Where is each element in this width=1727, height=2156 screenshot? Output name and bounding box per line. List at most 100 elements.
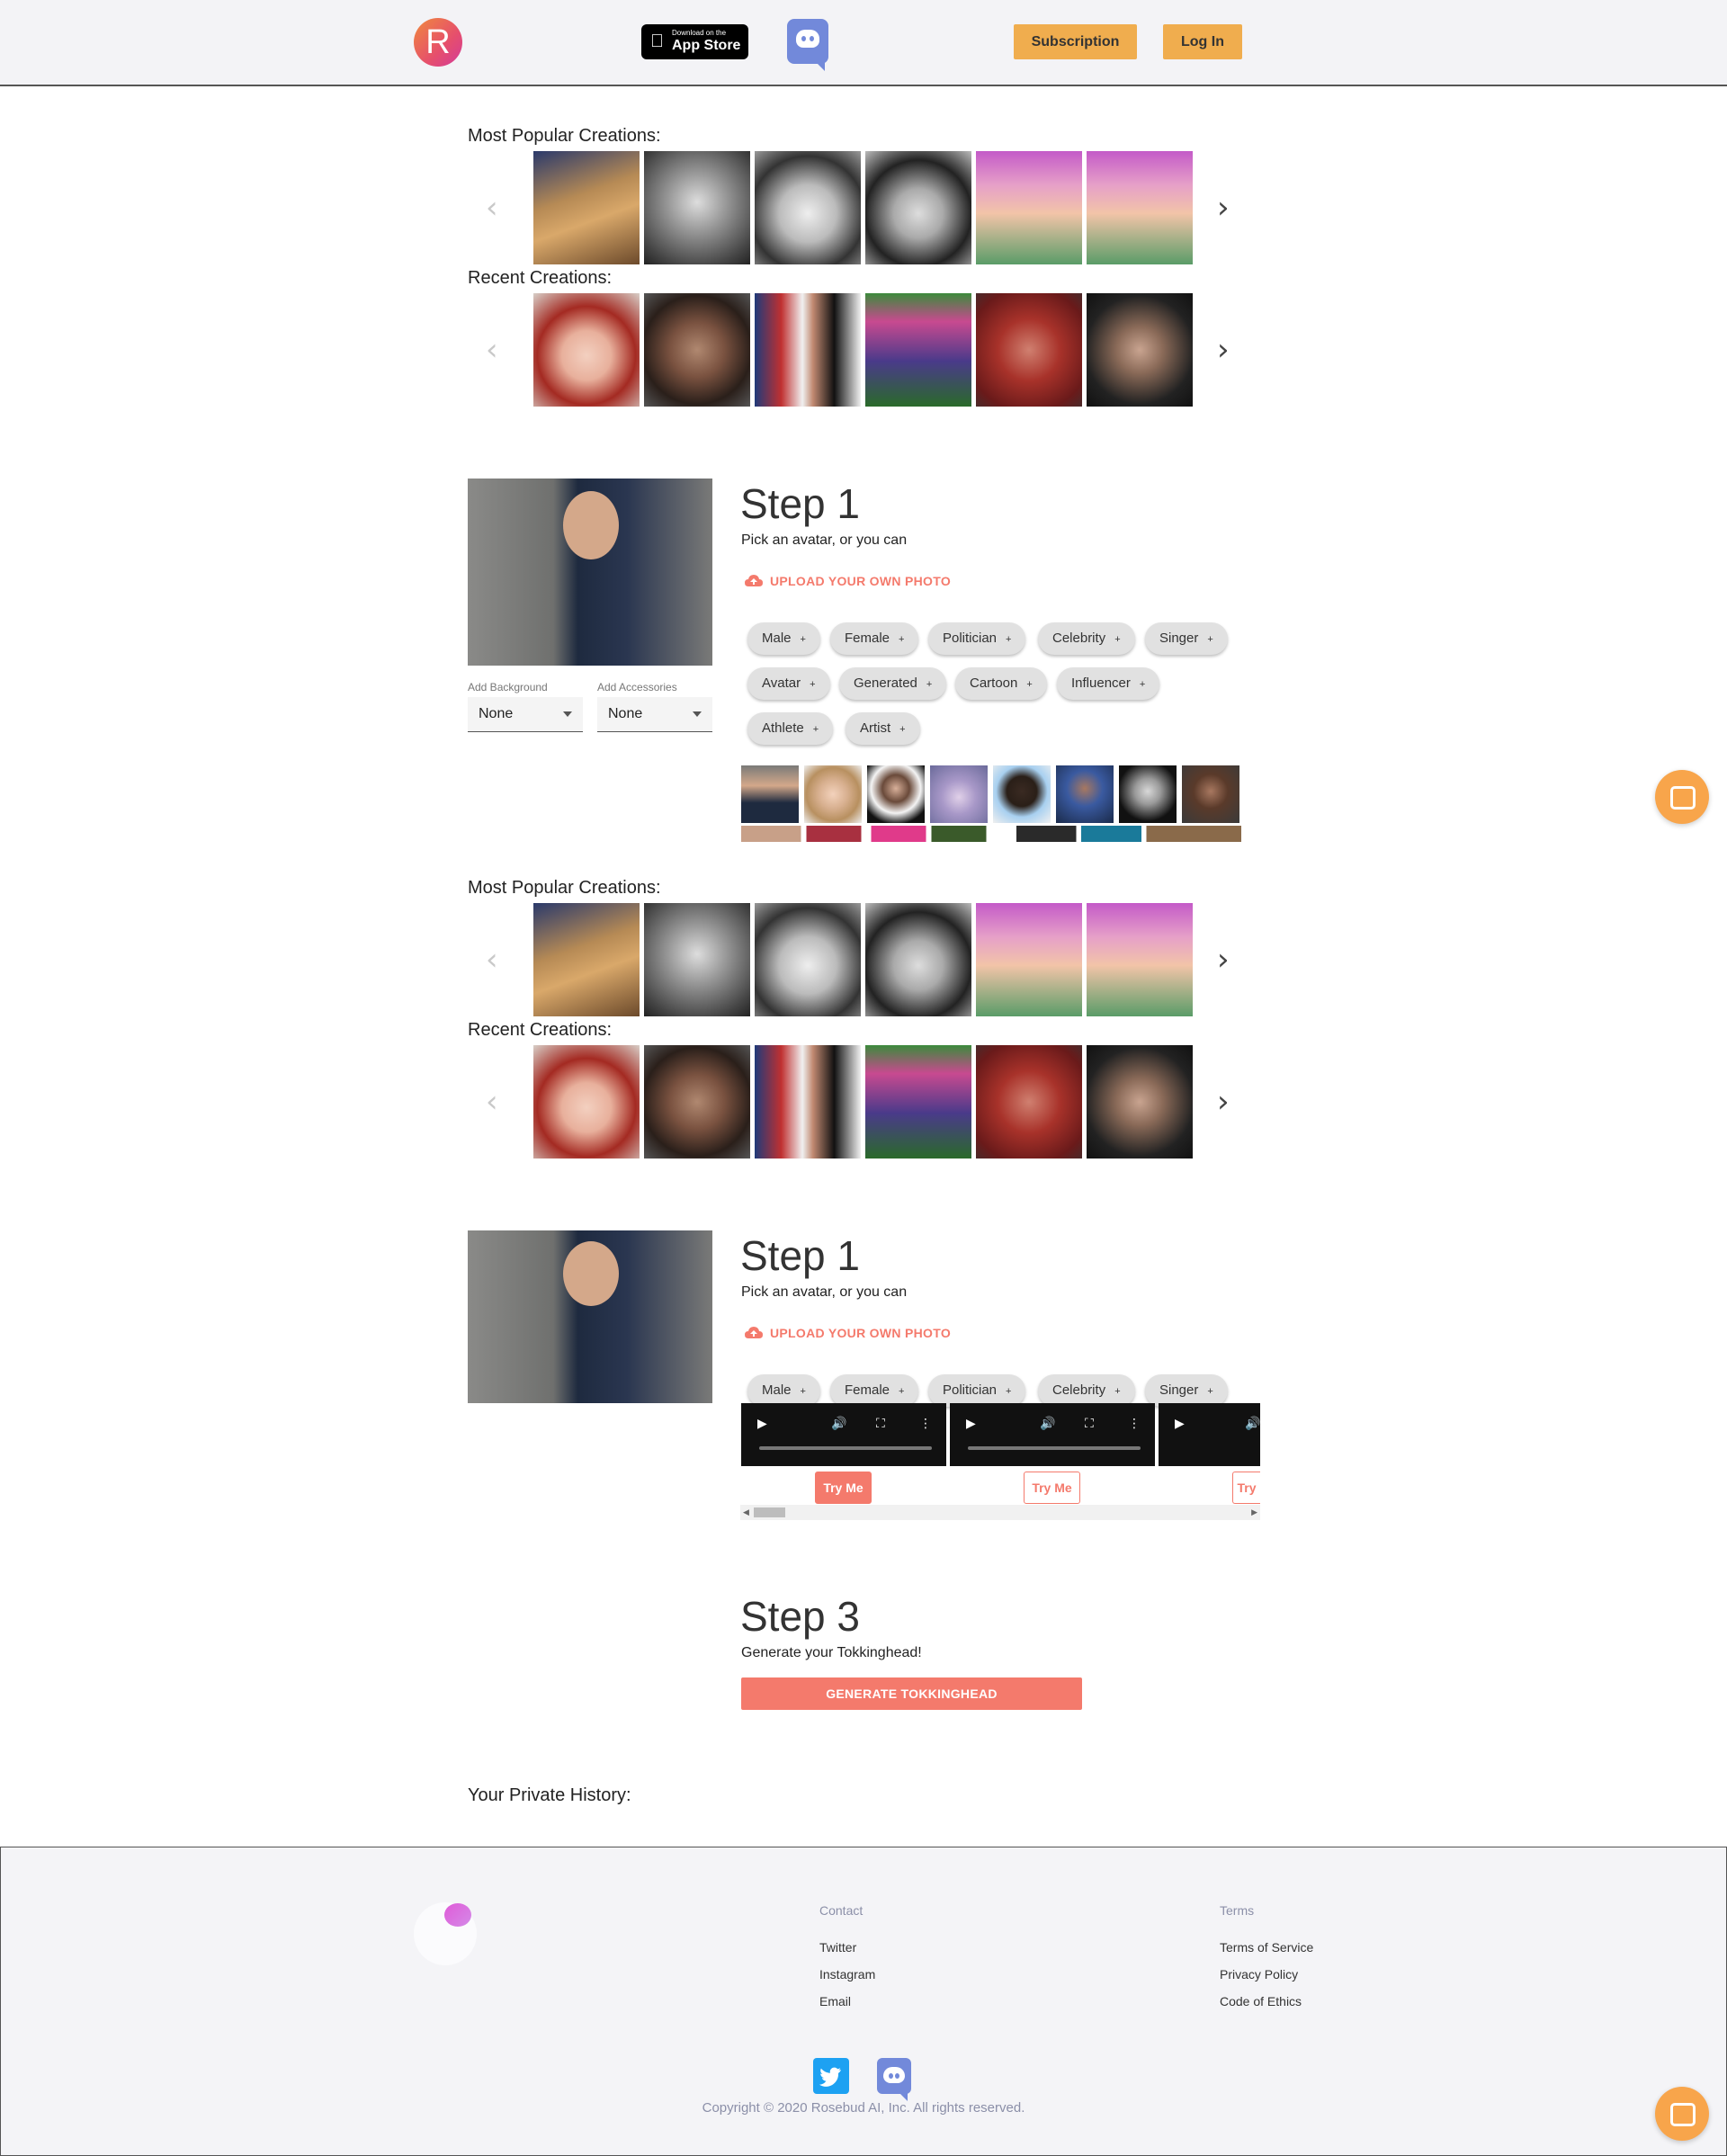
fullscreen-icon[interactable]: ⛶	[1085, 1416, 1094, 1431]
recent-next-arrow-icon[interactable]: ›	[1217, 1087, 1230, 1117]
popular-prev-arrow-icon[interactable]: ‹	[486, 192, 498, 223]
chip-generated[interactable]: Generated +	[839, 667, 947, 700]
recent-thumb-3[interactable]	[755, 293, 861, 407]
avatar-option[interactable]	[867, 765, 925, 823]
login-button[interactable]: Log In	[1163, 24, 1242, 59]
terms-of-service-link[interactable]: Terms of Service	[1220, 1940, 1313, 1955]
accessories-select[interactable]: None	[597, 697, 712, 732]
scroll-left-icon[interactable]: ◀	[743, 1507, 749, 1517]
play-icon[interactable]: ▶	[1175, 1416, 1185, 1431]
volume-icon[interactable]: 🔊	[1040, 1416, 1055, 1431]
recent-thumb-2[interactable]	[644, 293, 750, 407]
rosebud-logo[interactable]: R	[414, 18, 462, 67]
recent-thumb-2[interactable]	[644, 1045, 750, 1159]
chip-athlete[interactable]: Athlete +	[747, 712, 834, 745]
chip-female[interactable]: Female +	[830, 1374, 919, 1407]
video-progress-bar[interactable]	[968, 1446, 1141, 1450]
more-options-icon[interactable]: ⋮	[919, 1416, 932, 1431]
recent-thumb-1[interactable]	[533, 293, 640, 407]
avatar-grid-row-partial[interactable]	[741, 826, 1241, 842]
popular-thumb-2[interactable]	[644, 903, 750, 1016]
avatar-option[interactable]	[1182, 765, 1239, 823]
video-player[interactable]: ▶ 🔊 ⛶ ⋮	[741, 1403, 946, 1466]
scroll-right-icon[interactable]: ▶	[1251, 1507, 1257, 1517]
avatar-option[interactable]	[804, 765, 862, 823]
privacy-policy-link[interactable]: Privacy Policy	[1220, 1967, 1298, 1982]
avatar-option[interactable]	[930, 765, 988, 823]
twitter-link[interactable]: Twitter	[819, 1940, 856, 1955]
chat-widget-icon[interactable]	[1655, 770, 1709, 824]
chip-celebrity[interactable]: Celebrity +	[1038, 1374, 1135, 1407]
recent-thumb-4[interactable]	[865, 1045, 971, 1159]
chip-politician[interactable]: Politician +	[928, 1374, 1026, 1407]
popular-thumb-3[interactable]	[755, 903, 861, 1016]
chip-cartoon[interactable]: Cartoon +	[955, 667, 1047, 700]
chip-male[interactable]: Male +	[747, 622, 820, 655]
try-me-button[interactable]: Try	[1232, 1472, 1260, 1504]
chip-influencer[interactable]: Influencer +	[1057, 667, 1160, 700]
chip-female[interactable]: Female +	[830, 622, 919, 655]
generate-button[interactable]: GENERATE TOKKINGHEAD	[741, 1677, 1082, 1710]
popular-next-arrow-icon[interactable]: ›	[1217, 192, 1230, 223]
popular-thumb-4[interactable]	[865, 151, 971, 264]
upload-photo-link[interactable]: UPLOAD YOUR OWN PHOTO	[770, 574, 951, 588]
popular-thumb-5[interactable]	[976, 151, 1082, 264]
email-link[interactable]: Email	[819, 1994, 851, 2008]
video-player[interactable]: ▶ 🔊	[1159, 1403, 1260, 1466]
recent-thumb-6[interactable]	[1087, 293, 1193, 407]
try-me-button[interactable]: Try Me	[1024, 1472, 1080, 1504]
avatar-option[interactable]	[741, 765, 799, 823]
popular-thumb-6[interactable]	[1087, 903, 1193, 1016]
chip-avatar[interactable]: Avatar +	[747, 667, 830, 700]
popular-next-arrow-icon[interactable]: ›	[1217, 944, 1230, 975]
recent-prev-arrow-icon[interactable]: ‹	[486, 1087, 498, 1117]
play-icon[interactable]: ▶	[757, 1416, 767, 1431]
volume-icon[interactable]: 🔊	[1245, 1416, 1260, 1431]
play-icon[interactable]: ▶	[966, 1416, 976, 1431]
recent-prev-arrow-icon[interactable]: ‹	[486, 335, 498, 365]
subscription-button[interactable]: Subscription	[1014, 24, 1137, 59]
video-progress-bar[interactable]	[759, 1446, 932, 1450]
chip-male[interactable]: Male +	[747, 1374, 820, 1407]
chip-celebrity[interactable]: Celebrity +	[1038, 622, 1135, 655]
chip-singer[interactable]: Singer +	[1145, 622, 1228, 655]
discord-icon[interactable]	[787, 19, 828, 71]
more-options-icon[interactable]: ⋮	[1128, 1416, 1141, 1431]
recent-thumb-5[interactable]	[976, 1045, 1082, 1159]
popular-prev-arrow-icon[interactable]: ‹	[486, 944, 498, 975]
recent-thumb-1[interactable]	[533, 1045, 640, 1159]
recent-thumb-6[interactable]	[1087, 1045, 1193, 1159]
recent-thumb-5[interactable]	[976, 293, 1082, 407]
upload-photo-link[interactable]: UPLOAD YOUR OWN PHOTO	[770, 1326, 951, 1340]
popular-thumb-2[interactable]	[644, 151, 750, 264]
app-store-badge[interactable]:  Download on the App Store	[641, 24, 748, 59]
instagram-link[interactable]: Instagram	[819, 1967, 875, 1982]
chip-singer[interactable]: Singer +	[1145, 1374, 1228, 1407]
discord-icon[interactable]	[877, 2058, 911, 2101]
popular-thumb-1[interactable]	[533, 903, 640, 1016]
popular-thumb-1[interactable]	[533, 151, 640, 264]
popular-thumb-4[interactable]	[865, 903, 971, 1016]
chat-widget-icon[interactable]	[1655, 2087, 1709, 2141]
try-me-button[interactable]: Try Me	[815, 1472, 872, 1504]
avatar-option[interactable]	[1056, 765, 1114, 823]
scrollbar-thumb[interactable]	[754, 1507, 785, 1517]
twitter-icon[interactable]	[813, 2058, 849, 2094]
chip-artist[interactable]: Artist +	[846, 712, 920, 745]
fullscreen-icon[interactable]: ⛶	[876, 1416, 885, 1431]
popular-thumb-6[interactable]	[1087, 151, 1193, 264]
video-player[interactable]: ▶ 🔊 ⛶ ⋮	[950, 1403, 1155, 1466]
popular-thumb-5[interactable]	[976, 903, 1082, 1016]
avatar-option[interactable]	[993, 765, 1051, 823]
chip-politician[interactable]: Politician +	[928, 622, 1026, 655]
private-history-title: Your Private History:	[468, 1785, 631, 1805]
volume-icon[interactable]: 🔊	[831, 1416, 846, 1431]
recent-next-arrow-icon[interactable]: ›	[1217, 335, 1230, 365]
recent-thumb-3[interactable]	[755, 1045, 861, 1159]
code-of-ethics-link[interactable]: Code of Ethics	[1220, 1994, 1302, 2008]
avatar-option[interactable]	[1119, 765, 1177, 823]
popular-thumb-3[interactable]	[755, 151, 861, 264]
horizontal-scrollbar[interactable]: ◀ ▶	[740, 1505, 1260, 1520]
background-select[interactable]: None	[468, 697, 583, 732]
recent-thumb-4[interactable]	[865, 293, 971, 407]
